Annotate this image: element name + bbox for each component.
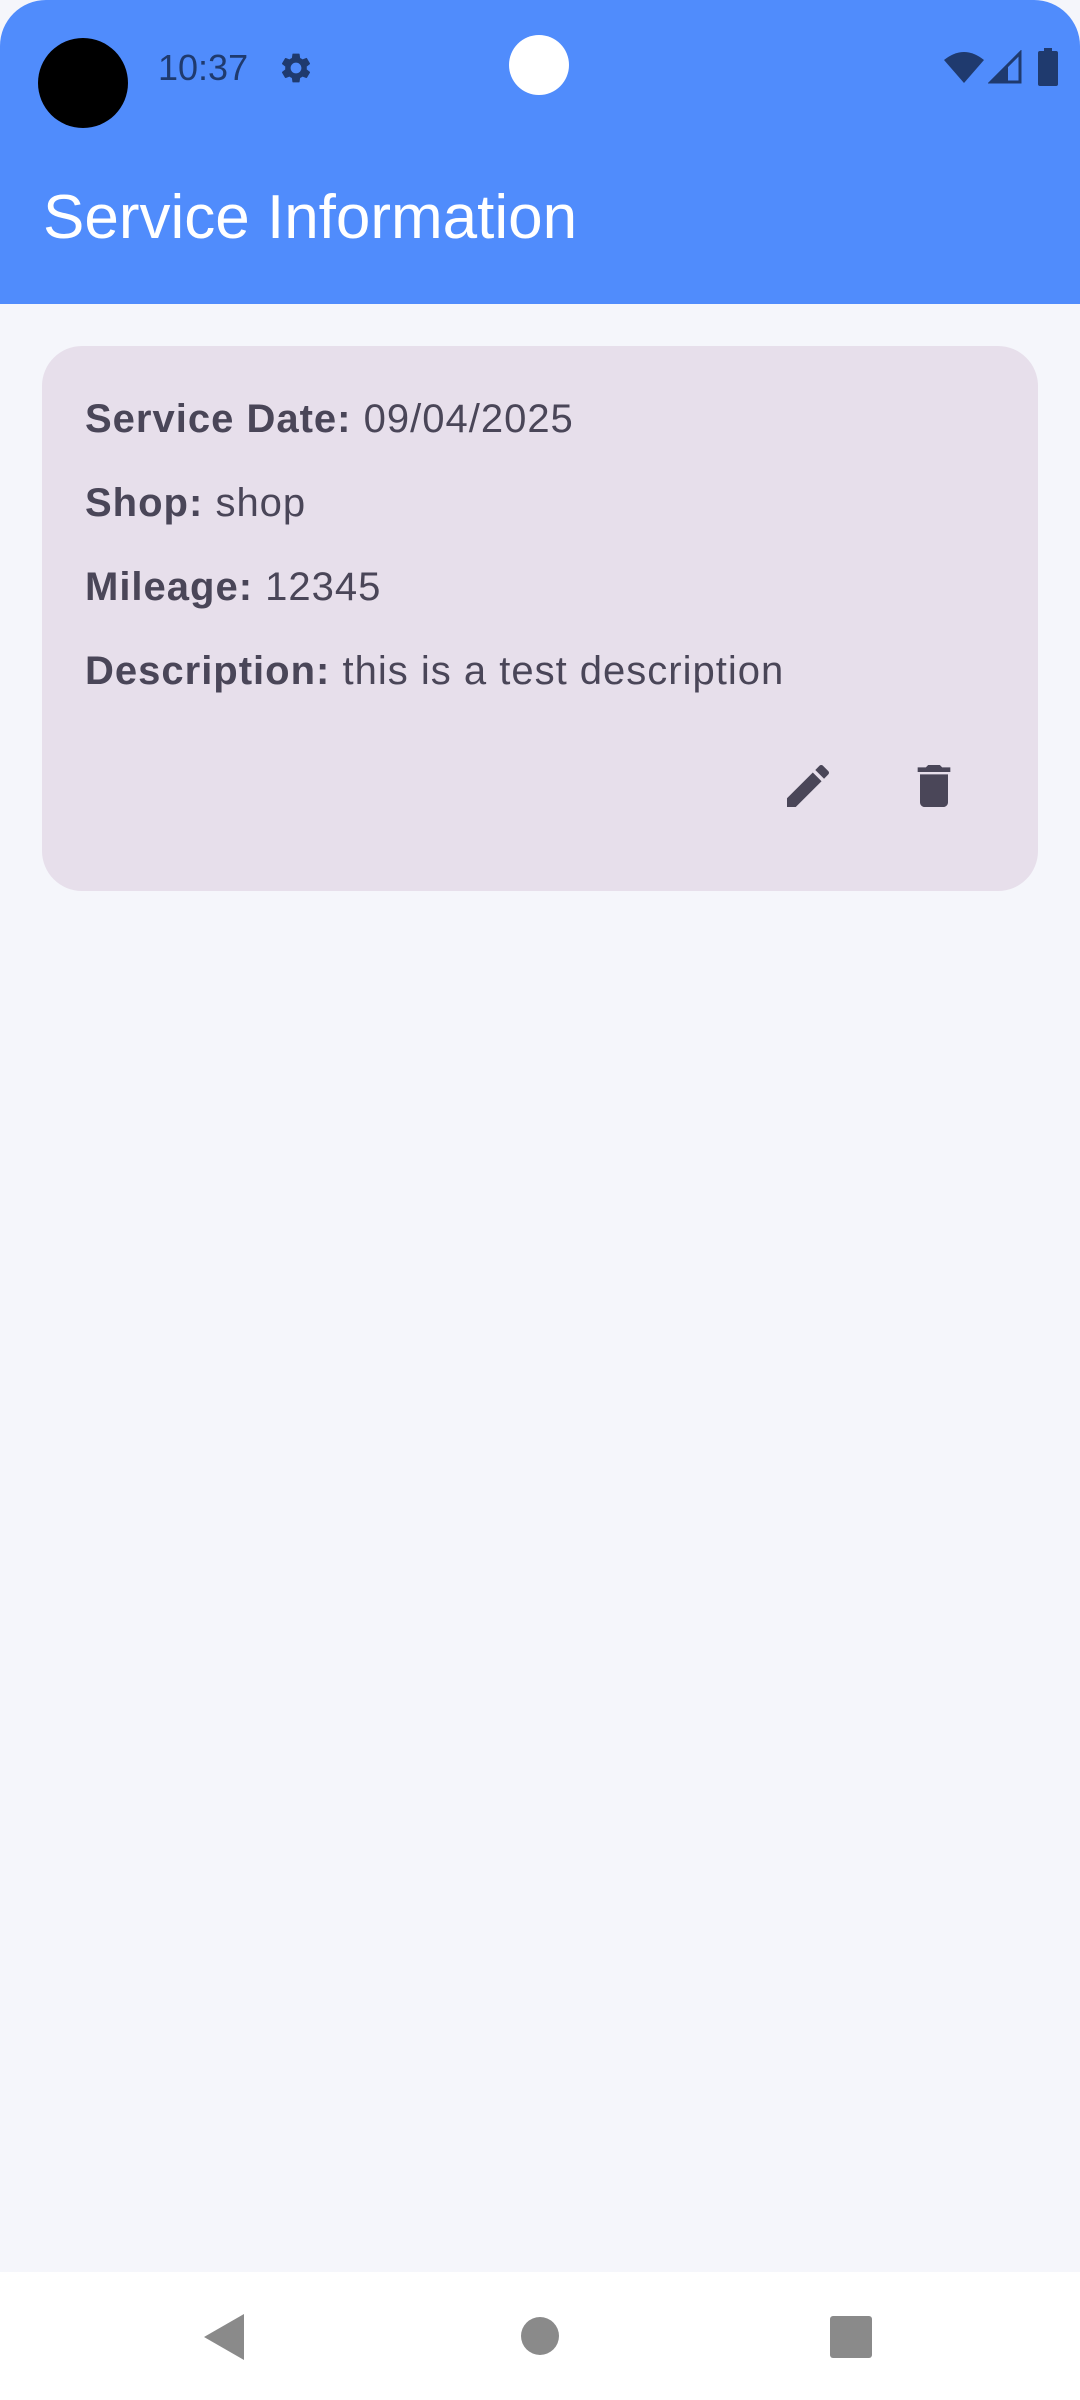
system-nav-bar: [0, 2272, 1080, 2400]
service-date-value: 09/04/2025: [363, 397, 574, 441]
wifi-icon: [944, 52, 984, 83]
edit-button[interactable]: [768, 746, 848, 826]
gear-icon: [281, 53, 311, 83]
back-icon[interactable]: [202, 2312, 246, 2362]
home-icon[interactable]: [521, 2317, 559, 2355]
signal-icon: [988, 50, 1022, 84]
status-indicator-dot: [509, 35, 569, 95]
status-time: 10:37: [158, 47, 249, 88]
shop-label: Shop:: [85, 481, 204, 525]
description-value: this is a test description: [342, 649, 785, 693]
mileage-row: Mileage: 12345: [85, 562, 381, 612]
camera-cutout: [38, 38, 128, 128]
recents-icon[interactable]: [830, 2316, 872, 2358]
service-date-row: Service Date: 09/04/2025: [85, 394, 574, 444]
battery-icon: [1038, 48, 1058, 86]
description-row: Description: this is a test description: [85, 646, 784, 696]
app-header: 10:37 Service Information: [0, 0, 1080, 304]
page-title: Service Information: [43, 183, 578, 252]
service-card: Service Date: 09/04/2025 Shop: shop Mile…: [42, 346, 1038, 891]
shop-value: shop: [215, 481, 307, 525]
mileage-value: 12345: [265, 565, 382, 609]
mileage-label: Mileage:: [85, 565, 254, 609]
description-label: Description:: [85, 649, 331, 693]
delete-button[interactable]: [894, 746, 974, 826]
service-date-label: Service Date:: [85, 397, 352, 441]
shop-row: Shop: shop: [85, 478, 306, 528]
delete-icon: [917, 765, 951, 807]
edit-icon: [787, 764, 830, 807]
